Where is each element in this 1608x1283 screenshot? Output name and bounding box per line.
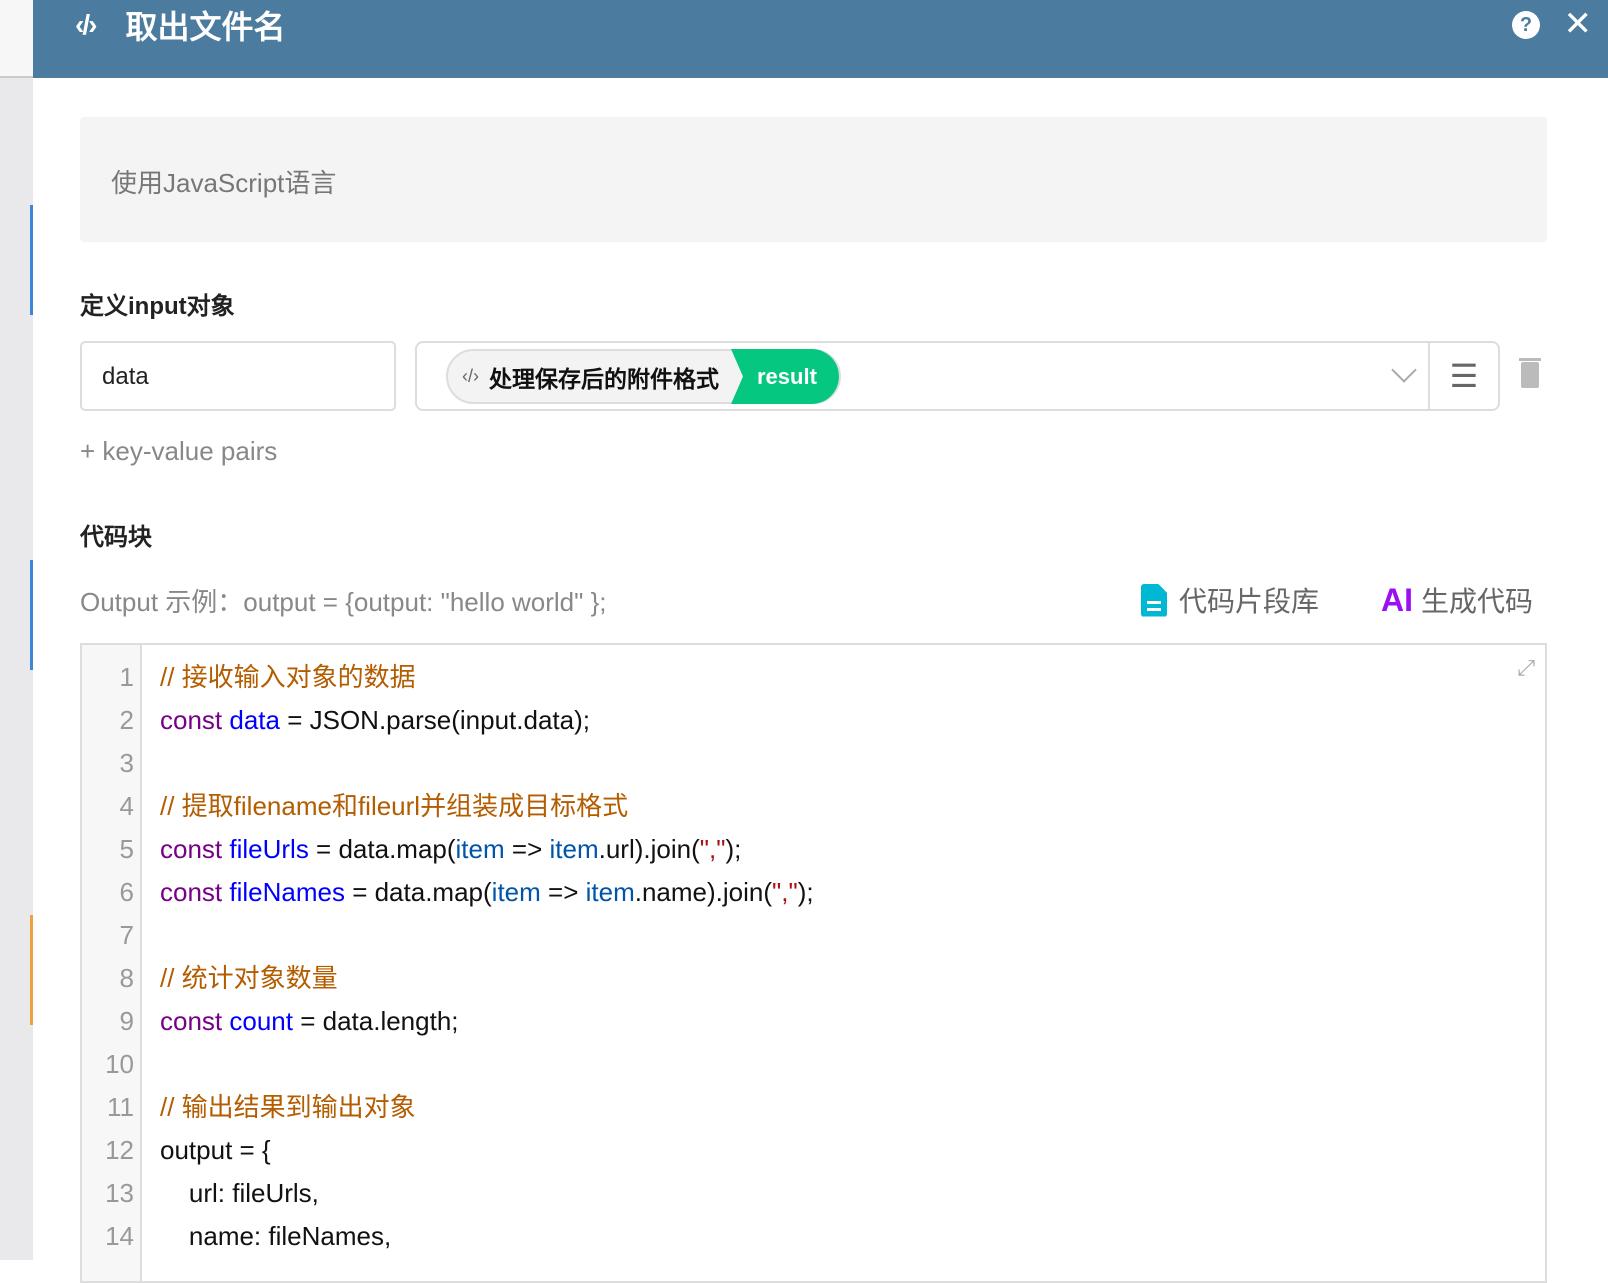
code-text: // 统计对象数量: [160, 957, 338, 1000]
code-token: .url).join(: [598, 834, 700, 864]
code-token: .name).join(: [634, 877, 773, 907]
output-example-text: Output 示例：output = {output: "hello world…: [80, 587, 607, 617]
code-line[interactable]: 8 // 统计对象数量: [82, 957, 1545, 1000]
code-line[interactable]: 14 name: fileNames,: [82, 1215, 1545, 1258]
panel-title[interactable]: 取出文件名: [125, 2, 285, 48]
code-token: output = {: [160, 1135, 271, 1165]
trash-icon[interactable]: [1519, 358, 1541, 388]
code-token: const: [160, 834, 230, 864]
code-text: // 提取filename和fileurl并组装成目标格式: [160, 785, 628, 828]
add-key-value-pair-link[interactable]: + key-value pairs: [80, 436, 277, 467]
code-token: = JSON.parse(input.data);: [279, 705, 590, 735]
code-section-label: 代码块: [80, 524, 152, 551]
ai-generate-button[interactable]: AI 生成代码: [1381, 580, 1533, 620]
line-number: 3: [119, 748, 134, 778]
code-token: // 提取filename和fileurl并组装成目标格式: [160, 791, 629, 821]
code-line[interactable]: 12 output = {: [82, 1129, 1545, 1172]
code-token: ",": [772, 877, 798, 907]
code-line[interactable]: 13 url: fileUrls,: [82, 1172, 1545, 1215]
code-text: const fileUrls = data.map(item => item.u…: [160, 828, 741, 871]
description-field[interactable]: 使用JavaScript语言: [80, 117, 1547, 242]
code-token: const: [160, 705, 230, 735]
code-token: =>: [504, 834, 550, 864]
code-token: = data.map(: [308, 834, 456, 864]
code-token: const: [160, 877, 230, 907]
code-text: // 输出结果到输出对象: [160, 1086, 416, 1129]
code-editor[interactable]: ⤢ 1// 接收输入对象的数据 2 const data = JSON.parse(…: [80, 643, 1547, 1283]
code-token: count: [229, 1006, 293, 1036]
variable-reference-tag[interactable]: ‹/› 处理保存后的附件格式 result: [446, 349, 841, 404]
source-node-name: 处理保存后的附件格式: [489, 365, 719, 392]
line-number: 5: [119, 834, 134, 864]
code-line[interactable]: 5 const fileUrls = data.map(item => item.…: [82, 828, 1545, 871]
line-number: 9: [119, 1006, 134, 1036]
code-token: name: fileNames,: [160, 1221, 392, 1251]
code-token: fileUrls: [229, 834, 309, 864]
code-token: // 统计对象数量: [160, 963, 338, 993]
ai-generate-label: 生成代码: [1421, 586, 1534, 617]
code-token: // 接收输入对象的数据: [160, 662, 416, 692]
code-text: url: fileUrls,: [160, 1172, 319, 1215]
chevron-down-icon[interactable]: [1391, 357, 1417, 383]
code-text: name: fileNames,: [160, 1215, 391, 1258]
code-token: // 输出结果到输出对象: [160, 1092, 416, 1122]
line-number: 4: [119, 791, 134, 821]
code-token: );: [725, 834, 742, 864]
line-number: 2: [119, 705, 134, 735]
line-number: 10: [105, 1049, 134, 1079]
code-token: item: [585, 877, 635, 907]
line-number: 14: [105, 1221, 134, 1251]
source-field-badge: result: [731, 349, 839, 404]
code-node-panel: ‹/› 取出文件名 ? ✕ 使用JavaScript语言 定义input对象 d…: [33, 0, 1608, 1283]
code-token: item: [455, 834, 505, 864]
input-section-label: 定义input对象: [80, 293, 235, 320]
help-icon[interactable]: ?: [1512, 11, 1540, 39]
code-token: item: [549, 834, 599, 864]
code-icon: ‹/›: [462, 366, 479, 386]
code-token: ",": [699, 834, 726, 864]
code-token: const: [160, 1006, 230, 1036]
code-line[interactable]: 4 // 提取filename和fileurl并组装成目标格式: [82, 785, 1545, 828]
snippet-library-label: 代码片段库: [1179, 586, 1320, 617]
panel-header: ‹/› 取出文件名 ? ✕: [33, 0, 1608, 78]
code-text: const count = data.length;: [160, 1000, 459, 1043]
list-add-icon: ☰: [1449, 358, 1479, 394]
line-number: 8: [119, 963, 134, 993]
code-token: = data.map(: [344, 877, 492, 907]
ai-icon: AI: [1381, 581, 1413, 618]
line-number: 13: [105, 1178, 134, 1208]
close-icon[interactable]: ✕: [1564, 4, 1593, 44]
code-icon: ‹/›: [75, 9, 97, 40]
code-line[interactable]: 11 // 输出结果到输出对象: [82, 1086, 1545, 1129]
code-token: fileNames: [229, 877, 345, 907]
code-text: const data = JSON.parse(input.data);: [160, 699, 590, 742]
code-line[interactable]: 2 const data = JSON.parse(input.data);: [82, 699, 1545, 742]
background-app: [0, 0, 33, 1260]
snippet-library-button[interactable]: 代码片段库: [1141, 580, 1319, 620]
code-line[interactable]: 3: [82, 742, 1545, 785]
code-line[interactable]: 7: [82, 914, 1545, 957]
code-text: const fileNames = data.map(item => item.…: [160, 871, 814, 914]
code-token: url: fileUrls,: [160, 1178, 319, 1208]
line-number: 1: [119, 662, 134, 692]
code-line[interactable]: 6 const fileNames = data.map(item => item…: [82, 871, 1545, 914]
line-number: 6: [119, 877, 134, 907]
code-text: // 接收输入对象的数据: [160, 656, 416, 699]
insert-variable-button[interactable]: ☰: [1428, 343, 1498, 409]
code-token: data: [229, 705, 280, 735]
line-number: 12: [105, 1135, 134, 1165]
code-line[interactable]: 10: [82, 1043, 1545, 1086]
line-number: 11: [107, 1092, 134, 1122]
document-icon: [1141, 583, 1167, 617]
code-token: =>: [540, 877, 586, 907]
code-token: item: [491, 877, 541, 907]
input-key-field[interactable]: data: [80, 341, 396, 411]
code-token: );: [797, 877, 814, 907]
input-value-select[interactable]: ‹/› 处理保存后的附件格式 result ☰: [415, 341, 1500, 411]
line-number: 7: [119, 920, 134, 950]
code-text: output = {: [160, 1129, 271, 1172]
code-line[interactable]: 1 // 接收输入对象的数据: [82, 656, 1545, 699]
code-line[interactable]: 9 const count = data.length;: [82, 1000, 1545, 1043]
code-token: = data.length;: [292, 1006, 459, 1036]
